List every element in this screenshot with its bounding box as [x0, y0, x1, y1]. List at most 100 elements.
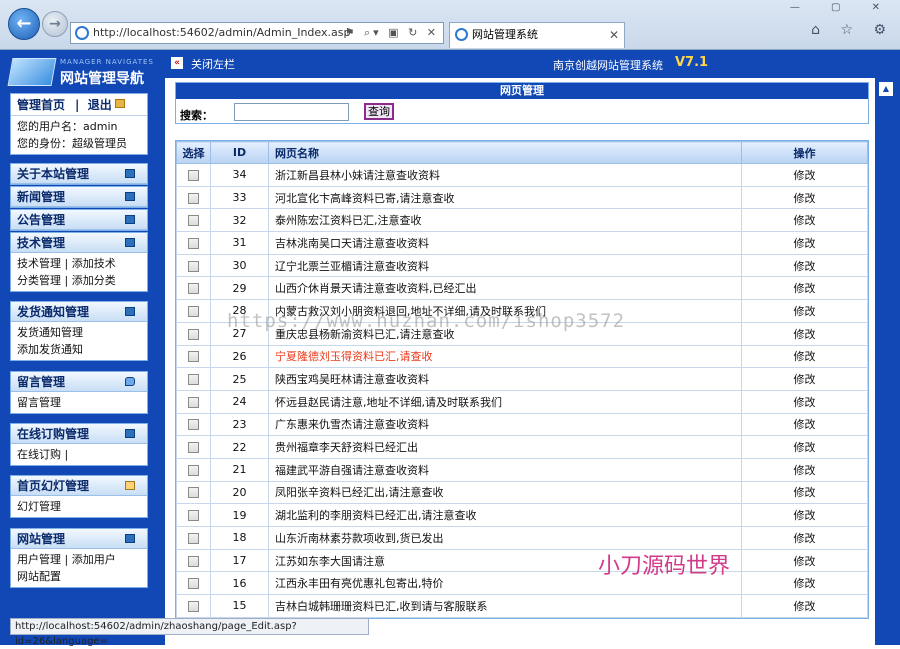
home-link[interactable]: 管理首页	[17, 98, 65, 112]
row-select-cell	[176, 389, 211, 414]
row-checkbox[interactable]	[188, 396, 199, 408]
row-checkbox[interactable]	[188, 532, 199, 544]
row-name-link[interactable]: 福建武平游自强请注意查收资料	[268, 457, 742, 482]
row-checkbox[interactable]	[188, 305, 199, 317]
tab-close-icon[interactable]: ✕	[609, 23, 619, 47]
row-checkbox[interactable]	[188, 419, 199, 431]
row-checkbox[interactable]	[188, 283, 199, 295]
row-edit-link[interactable]: 修改	[741, 208, 868, 233]
row-name-link[interactable]: 河北宣化卞高峰资料已寄,请注意查收	[268, 185, 742, 210]
row-edit-link[interactable]: 修改	[741, 526, 868, 550]
row-edit-link[interactable]: 修改	[741, 594, 868, 618]
row-checkbox[interactable]	[188, 487, 199, 499]
order-link[interactable]: 在线订购	[17, 448, 61, 461]
close-left-link[interactable]: 关闭左栏	[191, 56, 235, 72]
scrollbar[interactable]: ▲	[875, 78, 900, 645]
row-edit-link[interactable]: 修改	[741, 276, 868, 301]
row-name-link[interactable]: 吉林白城韩珊珊资料已汇,收到请与客服联系	[268, 594, 742, 618]
row-edit-link[interactable]: 修改	[741, 344, 868, 369]
row-checkbox[interactable]	[188, 169, 199, 181]
row-edit-link[interactable]: 修改	[741, 435, 868, 459]
row-edit-link[interactable]: 修改	[741, 412, 868, 437]
row-edit-link[interactable]: 修改	[741, 253, 868, 278]
address-tools-icon[interactable]: ⚑ ⌕▾ ▣ ↻ ✕	[345, 23, 439, 43]
slide-manage-link[interactable]: 幻灯管理	[17, 498, 141, 515]
toolbar-icons[interactable]: ⌂ ☆ ⚙	[811, 22, 894, 38]
row-edit-link[interactable]: 修改	[741, 548, 868, 573]
search-button[interactable]: 查询	[364, 103, 394, 120]
notice-panel[interactable]: 公告管理	[10, 209, 148, 231]
site-config-link[interactable]: 网站配置	[17, 568, 141, 585]
row-checkbox[interactable]	[188, 351, 199, 363]
tech-add-link[interactable]: 添加技术	[72, 257, 116, 270]
slide-label: 首页幻灯管理	[17, 479, 90, 493]
row-name-link[interactable]: 陕西宝鸡吴旺林请注意查收资料	[268, 367, 742, 391]
row-edit-link[interactable]: 修改	[741, 503, 868, 527]
scroll-up-icon[interactable]: ▲	[879, 82, 893, 96]
row-edit-link[interactable]: 修改	[741, 480, 868, 505]
row-checkbox[interactable]	[188, 328, 199, 340]
row-name-link[interactable]: 凤阳张辛资料已经汇出,请注意查收	[268, 480, 742, 505]
about-panel[interactable]: 关于本站管理	[10, 163, 148, 185]
row-edit-link[interactable]: 修改	[741, 163, 868, 187]
ship-add-link[interactable]: 添加发货通知	[17, 341, 141, 358]
row-name-link[interactable]: 贵州福章李天舒资料已经汇出	[268, 435, 742, 459]
message-header[interactable]: 留言管理	[11, 372, 147, 392]
row-edit-link[interactable]: 修改	[741, 457, 868, 482]
row-name-link[interactable]: 宁夏隆德刘玉得资料已汇,请查收	[268, 344, 742, 369]
about-header[interactable]: 关于本站管理	[11, 164, 147, 184]
row-checkbox[interactable]	[188, 510, 199, 522]
address-bar[interactable]: http://localhost:54602/admin/Admin_Index…	[70, 22, 444, 44]
row-edit-link[interactable]: 修改	[741, 367, 868, 391]
user-manage-link[interactable]: 用户管理	[17, 553, 61, 566]
row-checkbox[interactable]	[188, 442, 199, 454]
row-name-link[interactable]: 湖北监利的李朋资料已经汇出,请注意查收	[268, 503, 742, 527]
notice-header[interactable]: 公告管理	[11, 210, 147, 230]
row-checkbox[interactable]	[188, 555, 199, 567]
news-header[interactable]: 新闻管理	[11, 187, 147, 207]
row-edit-link[interactable]: 修改	[741, 321, 868, 346]
row-checkbox[interactable]	[188, 578, 199, 590]
ship-manage-link[interactable]: 发货通知管理	[17, 324, 141, 341]
window-controls[interactable]: — ▢ ✕	[790, 2, 894, 13]
row-edit-link[interactable]: 修改	[741, 389, 868, 414]
back-button[interactable]: ←	[8, 8, 40, 40]
slide-header[interactable]: 首页幻灯管理	[11, 476, 147, 496]
table-row: 21 福建武平游自强请注意查收资料 修改	[176, 457, 868, 482]
row-checkbox[interactable]	[188, 192, 199, 204]
forward-button[interactable]: →	[42, 11, 68, 37]
row-name-link[interactable]: 山东沂南林素芬款项收到,货已发出	[268, 526, 742, 550]
row-checkbox[interactable]	[188, 260, 199, 272]
row-name-link[interactable]: 山西介休肖景天请注意查收资料,已经汇出	[268, 276, 742, 301]
row-checkbox[interactable]	[188, 215, 199, 227]
message-manage-link[interactable]: 留言管理	[17, 394, 141, 411]
tech-manage-link[interactable]: 技术管理	[17, 257, 61, 270]
site-header[interactable]: 网站管理	[11, 529, 147, 549]
close-left-icon[interactable]: «	[171, 57, 183, 69]
row-name-link[interactable]: 吉林洮南吴口天请注意查收资料	[268, 231, 742, 255]
category-manage-link[interactable]: 分类管理	[17, 274, 61, 287]
row-name-link[interactable]: 广东惠来仇雪杰请注意查收资料	[268, 412, 742, 437]
row-edit-link[interactable]: 修改	[741, 299, 868, 323]
category-add-link[interactable]: 添加分类	[72, 274, 116, 287]
logout-link[interactable]: 退出	[88, 98, 112, 112]
row-edit-link[interactable]: 修改	[741, 231, 868, 255]
row-name-link[interactable]: 怀远县赵民请注意,地址不详细,请及时联系我们	[268, 389, 742, 414]
browser-tab[interactable]: 网站管理系统 ✕	[449, 22, 625, 48]
tech-header[interactable]: 技术管理	[11, 233, 147, 253]
row-checkbox[interactable]	[188, 237, 199, 249]
row-edit-link[interactable]: 修改	[741, 185, 868, 210]
user-add-link[interactable]: 添加用户	[72, 553, 116, 566]
order-header[interactable]: 在线订购管理	[11, 424, 147, 444]
row-checkbox[interactable]	[188, 464, 199, 476]
row-checkbox[interactable]	[188, 600, 199, 612]
row-name-link[interactable]: 浙江新昌县林小妹请注意查收资料	[268, 163, 742, 187]
tech-panel: 技术管理 技术管理 | 添加技术 分类管理 | 添加分类	[10, 232, 148, 292]
search-input[interactable]	[234, 103, 349, 121]
news-panel[interactable]: 新闻管理	[10, 186, 148, 208]
row-name-link[interactable]: 泰州陈宏江资料已汇,注意查收	[268, 208, 742, 233]
row-name-link[interactable]: 辽宁北票兰亚楣请注意查收资料	[268, 253, 742, 278]
ship-header[interactable]: 发货通知管理	[11, 302, 147, 322]
row-edit-link[interactable]: 修改	[741, 571, 868, 596]
row-checkbox[interactable]	[188, 374, 199, 386]
